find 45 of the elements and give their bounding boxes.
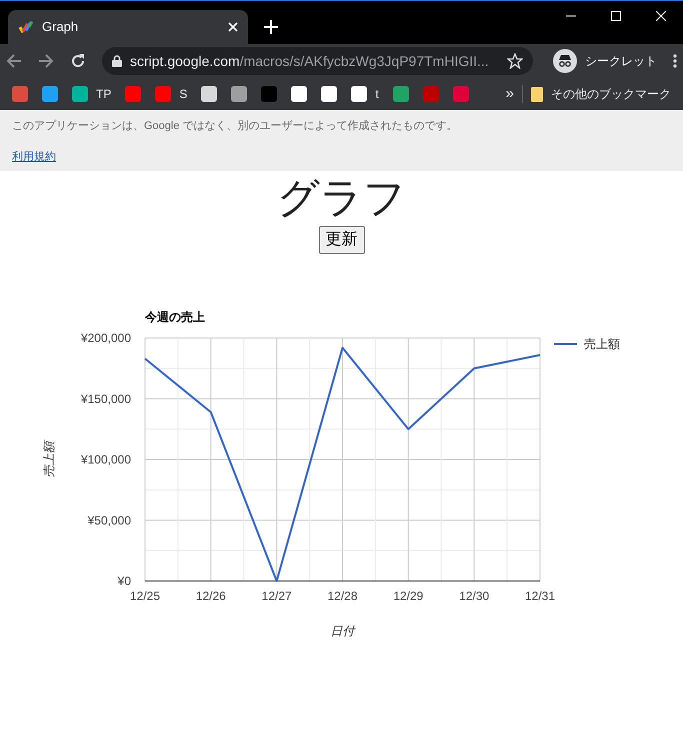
x-tick-label: 12/27	[262, 589, 292, 603]
incognito-icon	[553, 49, 577, 73]
y-axis-title: 売上額	[42, 442, 56, 478]
bookmark-icon[interactable]	[291, 86, 308, 102]
x-tick-label: 12/31	[524, 589, 556, 603]
x-tick-label: 12/30	[459, 589, 490, 603]
back-icon[interactable]	[6, 54, 22, 68]
new-tab-icon[interactable]	[264, 20, 278, 34]
y-tick-label: ¥50,000	[88, 513, 131, 528]
reload-icon[interactable]	[70, 53, 86, 69]
notice-text: このアプリケーションは、Google ではなく、別のユーザーによって作成されたものです。	[12, 118, 459, 134]
maximize-icon[interactable]	[611, 11, 621, 21]
browser-tab[interactable]: Graph	[8, 10, 248, 44]
folder-icon	[531, 86, 543, 102]
refresh-button[interactable]: 更新	[318, 226, 364, 254]
x-tick-label: 12/26	[196, 589, 226, 603]
overflow-chevron[interactable]: »	[506, 82, 514, 106]
bookmark-icon[interactable]	[321, 86, 338, 102]
menu-icon[interactable]	[673, 54, 677, 68]
legend-label: 売上額	[584, 337, 620, 351]
url-text: script.google.com/macros/s/AKfycbzWg3JqP97TmHIGII...	[130, 52, 490, 71]
script-icon	[18, 19, 34, 35]
incognito-button[interactable]: シークレット	[553, 47, 657, 75]
chart-title: 今週の売上	[145, 310, 205, 324]
bookmark[interactable]: t	[351, 85, 379, 103]
forward-icon[interactable]	[38, 54, 54, 68]
close-icon[interactable]	[228, 22, 238, 32]
close-icon[interactable]	[656, 11, 666, 21]
lock-icon	[112, 55, 122, 67]
terms-link[interactable]: 利用規約	[12, 150, 56, 162]
y-tick-label: ¥200,000	[80, 331, 131, 345]
x-axis-title: 日付	[330, 624, 354, 638]
other-bookmarks-folder[interactable]: その他のブックマーク	[531, 85, 671, 103]
x-tick-label: 12/25	[130, 589, 160, 603]
page-heading: グラフ	[277, 177, 406, 219]
y-tick-label: ¥0	[118, 574, 131, 588]
y-tick-label: ¥150,000	[80, 392, 131, 406]
bookmark[interactable]: S	[155, 85, 188, 103]
x-tick-label: 12/28	[327, 589, 358, 603]
star-icon[interactable]	[507, 53, 523, 69]
bookmark-icon[interactable]	[201, 86, 218, 102]
x-tick-label: 12/29	[393, 589, 424, 603]
y-tick-label: ¥100,000	[80, 452, 131, 466]
address-field[interactable]: script.google.com/macros/s/AKfycbzWg3JqP97TmHIGII...	[102, 47, 533, 75]
bookmark[interactable]: TP	[72, 85, 112, 103]
